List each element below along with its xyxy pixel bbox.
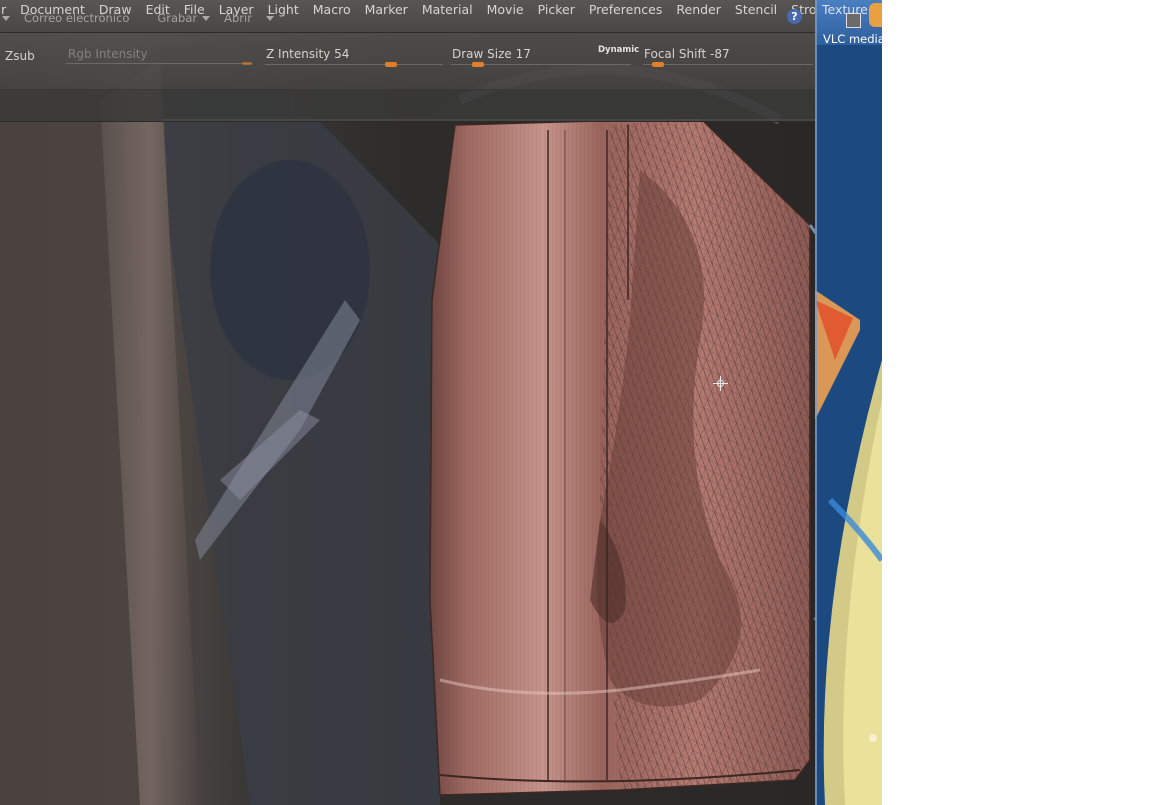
- chevron-down-icon: [265, 15, 274, 21]
- email-button[interactable]: Correo electrónico: [24, 11, 129, 25]
- menu-item-movie[interactable]: Movie: [480, 2, 531, 18]
- draw-size-value: 17: [515, 47, 531, 61]
- draw-size-label: Draw Size 17: [452, 47, 531, 61]
- dropdown-arrow-icon: [2, 15, 10, 21]
- menu-item-stencil[interactable]: Stencil: [728, 2, 784, 18]
- focal-shift-slider-handle[interactable]: [652, 62, 664, 67]
- focal-shift-slider[interactable]: [643, 64, 813, 65]
- brush-cursor-icon: [713, 376, 728, 391]
- brush-toolbar: Zsub Rgb Intensity Z Intensity 54 Draw S…: [0, 33, 815, 90]
- menu-item-render[interactable]: Render: [669, 2, 728, 18]
- menu-item-picker[interactable]: Picker: [531, 2, 582, 18]
- panel-divider: [815, 0, 817, 805]
- z-intensity-slider-handle[interactable]: [385, 62, 397, 67]
- vlc-shortcut-label[interactable]: VLC media: [823, 32, 882, 46]
- shortcut-icon[interactable]: [846, 13, 861, 28]
- app-icon: [869, 3, 882, 27]
- menu-item-preferences[interactable]: Preferences: [582, 2, 670, 18]
- z-intensity-slider[interactable]: [265, 64, 443, 65]
- menu-item-material[interactable]: Material: [415, 2, 480, 18]
- help-icon[interactable]: ?: [787, 9, 802, 24]
- secondary-toolbar: [0, 89, 815, 122]
- zsub-button[interactable]: Zsub: [5, 49, 35, 63]
- zbrush-window: r Document Draw Edit File Layer Light Ma…: [0, 0, 882, 805]
- menu-item-macro[interactable]: Macro: [306, 2, 358, 18]
- menu-bar: r Document Draw Edit File Layer Light Ma…: [0, 0, 831, 33]
- rgb-intensity-slider[interactable]: [66, 63, 252, 64]
- draw-size-slider-handle[interactable]: [472, 62, 484, 67]
- z-intensity-label: Z Intensity 54: [266, 47, 350, 61]
- desktop-wallpaper: [815, 45, 882, 805]
- desktop-background: Texture VLC media: [815, 0, 882, 805]
- menu-item-marker[interactable]: Marker: [358, 2, 415, 18]
- rgb-intensity-label: Rgb Intensity: [68, 47, 148, 61]
- z-intensity-value: 54: [334, 47, 350, 61]
- dynamic-toggle[interactable]: Dynamic: [598, 45, 639, 55]
- rgb-intensity-slider-handle[interactable]: [242, 62, 252, 65]
- focal-shift-value: -87: [710, 47, 730, 61]
- mail-toolbar-overlay: Correo electrónico Grabar Abrir: [0, 11, 274, 25]
- chevron-down-icon: [202, 15, 211, 21]
- open-button[interactable]: Abrir: [224, 11, 252, 25]
- record-button[interactable]: Grabar: [157, 11, 197, 25]
- focal-shift-label: Focal Shift -87: [644, 47, 730, 61]
